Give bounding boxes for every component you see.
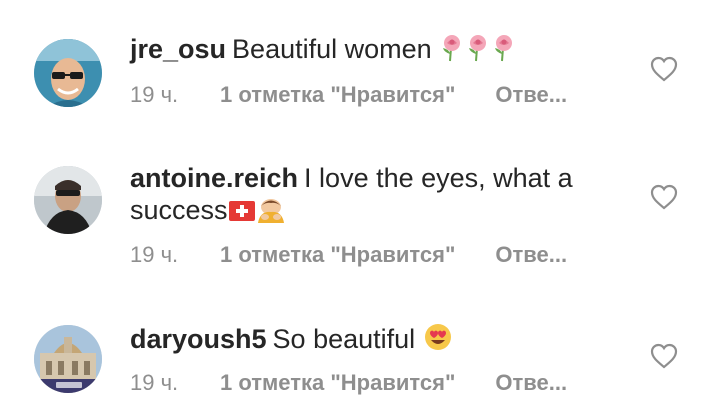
avatar[interactable] bbox=[34, 166, 102, 234]
person-bowing-icon bbox=[256, 195, 286, 230]
avatar-image bbox=[34, 325, 102, 393]
likes-count-link[interactable]: 1 отметка "Нравится" bbox=[220, 370, 455, 396]
comment-meta: 19 ч. 1 отметка "Нравится" Отве... bbox=[130, 242, 567, 268]
avatar-image bbox=[34, 166, 102, 234]
rose-icon bbox=[491, 34, 517, 69]
reply-button[interactable]: Отве... bbox=[495, 370, 567, 395]
comment-timestamp: 19 ч. bbox=[130, 370, 179, 395]
like-heart-icon[interactable] bbox=[650, 56, 678, 82]
reply-button[interactable]: Отве... bbox=[495, 82, 567, 107]
comment-meta: 19 ч. 1 отметка "Нравится" Отве... bbox=[130, 82, 567, 108]
comment-text: antoine.reich I love the eyes, what a suc… bbox=[130, 162, 600, 230]
like-heart-icon[interactable] bbox=[650, 184, 678, 210]
comment-item: daryoush5 So beautiful 19 ч. 1 отметка "Нр… bbox=[0, 290, 719, 406]
heart-eyes-face-icon bbox=[423, 322, 453, 359]
swiss-flag-icon bbox=[228, 198, 256, 230]
comment-username[interactable]: daryoush5 bbox=[130, 324, 267, 354]
comment-timestamp: 19 ч. bbox=[130, 242, 179, 267]
comment-timestamp: 19 ч. bbox=[130, 82, 179, 107]
comment-username[interactable]: antoine.reich bbox=[130, 163, 298, 193]
comment-text: daryoush5 So beautiful bbox=[130, 322, 600, 359]
comment-body: So beautiful bbox=[272, 324, 416, 354]
comment-text: jre_osu Beautiful women bbox=[130, 33, 600, 69]
rose-icon bbox=[439, 34, 465, 69]
likes-count-link[interactable]: 1 отметка "Нравится" bbox=[220, 82, 455, 108]
comment-body-continued: success bbox=[130, 195, 228, 225]
comment-username[interactable]: jre_osu bbox=[130, 34, 226, 64]
comment-item: antoine.reich I love the eyes, what a suc… bbox=[0, 130, 719, 290]
like-heart-icon[interactable] bbox=[650, 343, 678, 369]
likes-count-link[interactable]: 1 отметка "Нравится" bbox=[220, 242, 455, 268]
avatar[interactable] bbox=[34, 325, 102, 393]
avatar[interactable] bbox=[34, 39, 102, 107]
comment-item: jre_osu Beautiful women 19 ч. 1 отметка … bbox=[0, 0, 719, 130]
reply-button[interactable]: Отве... bbox=[495, 242, 567, 267]
avatar-image bbox=[34, 39, 102, 107]
comment-meta: 19 ч. 1 отметка "Нравится" Отве... bbox=[130, 370, 567, 396]
comment-body: Beautiful women bbox=[232, 34, 432, 64]
comment-body: I love the eyes, what a bbox=[304, 163, 573, 193]
rose-icon bbox=[465, 34, 491, 69]
